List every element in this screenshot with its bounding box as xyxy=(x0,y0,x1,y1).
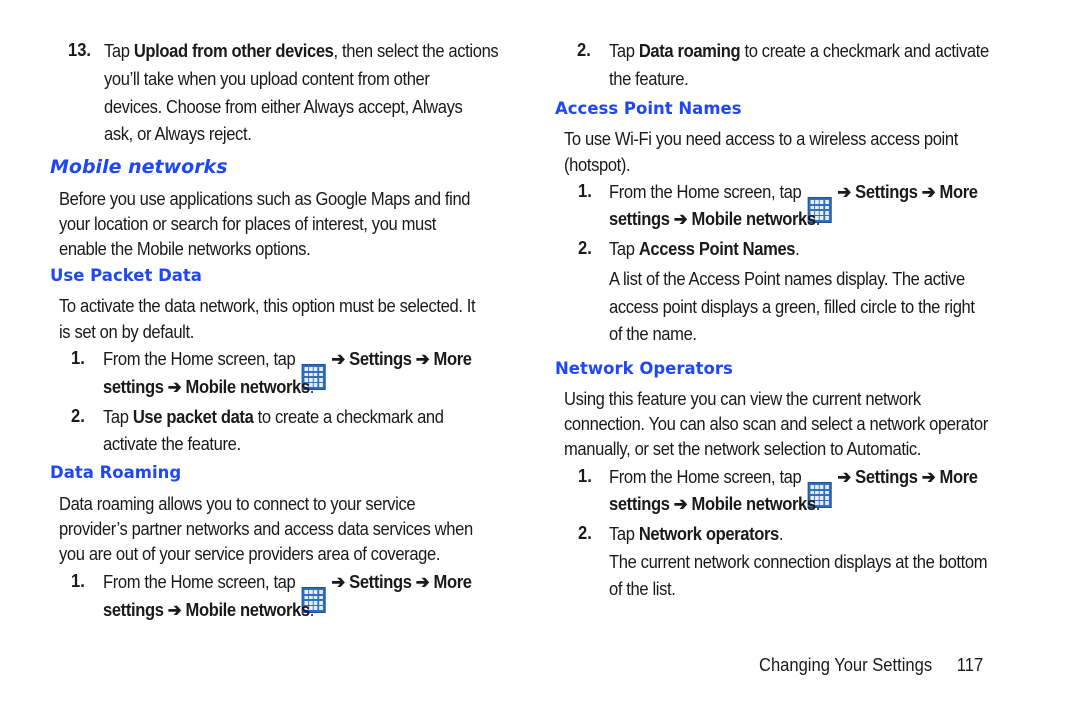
paragraph-line: Data roaming allows you to connect to yo… xyxy=(59,494,416,514)
step-line: Tap Access Point Names. xyxy=(609,239,800,259)
step-line: From the Home screen, tap ➔ Settings ➔ M… xyxy=(609,179,978,224)
step-line: From the Home screen, tap ➔ Settings ➔ M… xyxy=(103,346,472,391)
note-line: of the name. xyxy=(609,324,697,344)
paragraph-line: connection. You can also scan and select… xyxy=(564,414,988,434)
step-number: 1. xyxy=(71,348,85,368)
section-heading-mobile-networks: Mobile networks xyxy=(50,156,228,178)
step-line: activate the feature. xyxy=(103,434,241,454)
step-line: the feature. xyxy=(609,69,689,89)
ui-term: Upload from other devices xyxy=(133,41,334,61)
paragraph-line: your location or search for places of in… xyxy=(59,214,437,234)
step-line: Tap Data roaming to create a checkmark a… xyxy=(609,41,989,61)
step-number: 13. xyxy=(68,40,92,60)
paragraph-line: (hotspot). xyxy=(564,155,631,175)
page-footer: Changing Your Settings 117 xyxy=(759,655,983,676)
page-number: 117 xyxy=(956,655,984,675)
subheading-data-roaming: Data Roaming xyxy=(50,463,182,482)
subheading-access-point-names: Access Point Names xyxy=(555,99,742,118)
step-line: settings ➔ Mobile networks. xyxy=(103,600,314,620)
note-line: A list of the Access Point names display… xyxy=(609,269,965,289)
subheading-network-operators: Network Operators xyxy=(555,359,733,378)
footer-section-title: Changing Your Settings xyxy=(759,655,933,675)
step-number: 1. xyxy=(578,181,592,201)
step-number: 2. xyxy=(578,523,592,543)
step-line: From the Home screen, tap ➔ Settings ➔ M… xyxy=(609,464,978,509)
note-line: The current network connection displays … xyxy=(609,552,988,572)
paragraph-line: Before you use applications such as Goog… xyxy=(59,189,471,209)
step-number: 2. xyxy=(577,40,591,60)
step-number: 2. xyxy=(578,238,592,258)
step-line: settings ➔ Mobile networks. xyxy=(103,377,314,397)
paragraph-line: manually, or set the network selection t… xyxy=(564,439,922,459)
step-13-line-2: you’ll take when you upload content from… xyxy=(104,69,430,89)
step-line: Tap Use packet data to create a checkmar… xyxy=(103,407,444,427)
step-line: Tap Network operators. xyxy=(609,524,784,544)
step-13-line-1: Tap Upload from other devices, then sele… xyxy=(104,41,499,61)
note-line: access point displays a green, filled ci… xyxy=(609,297,975,317)
note-line: of the list. xyxy=(609,579,676,599)
step-number: 1. xyxy=(71,571,85,591)
paragraph-line: To activate the data network, this optio… xyxy=(59,296,476,316)
paragraph-line: enable the Mobile networks options. xyxy=(59,239,311,259)
step-number: 2. xyxy=(71,406,85,426)
step-13-line-4: ask, or Always reject. xyxy=(104,124,252,144)
step-line: settings ➔ Mobile networks. xyxy=(609,494,820,514)
paragraph-line: you are out of your service providers ar… xyxy=(59,544,441,564)
step-line: settings ➔ Mobile networks. xyxy=(609,209,820,229)
step-number: 1. xyxy=(578,466,592,486)
subheading-use-packet-data: Use Packet Data xyxy=(50,266,202,285)
step-13-line-3: devices. Choose from either Always accep… xyxy=(104,97,463,117)
step-line: From the Home screen, tap ➔ Settings ➔ M… xyxy=(103,569,472,614)
paragraph-line: Using this feature you can view the curr… xyxy=(564,389,921,409)
paragraph-line: provider’s partner networks and access d… xyxy=(59,519,473,539)
paragraph-line: is set on by default. xyxy=(59,322,194,342)
paragraph-line: To use Wi-Fi you need access to a wirele… xyxy=(564,129,958,149)
